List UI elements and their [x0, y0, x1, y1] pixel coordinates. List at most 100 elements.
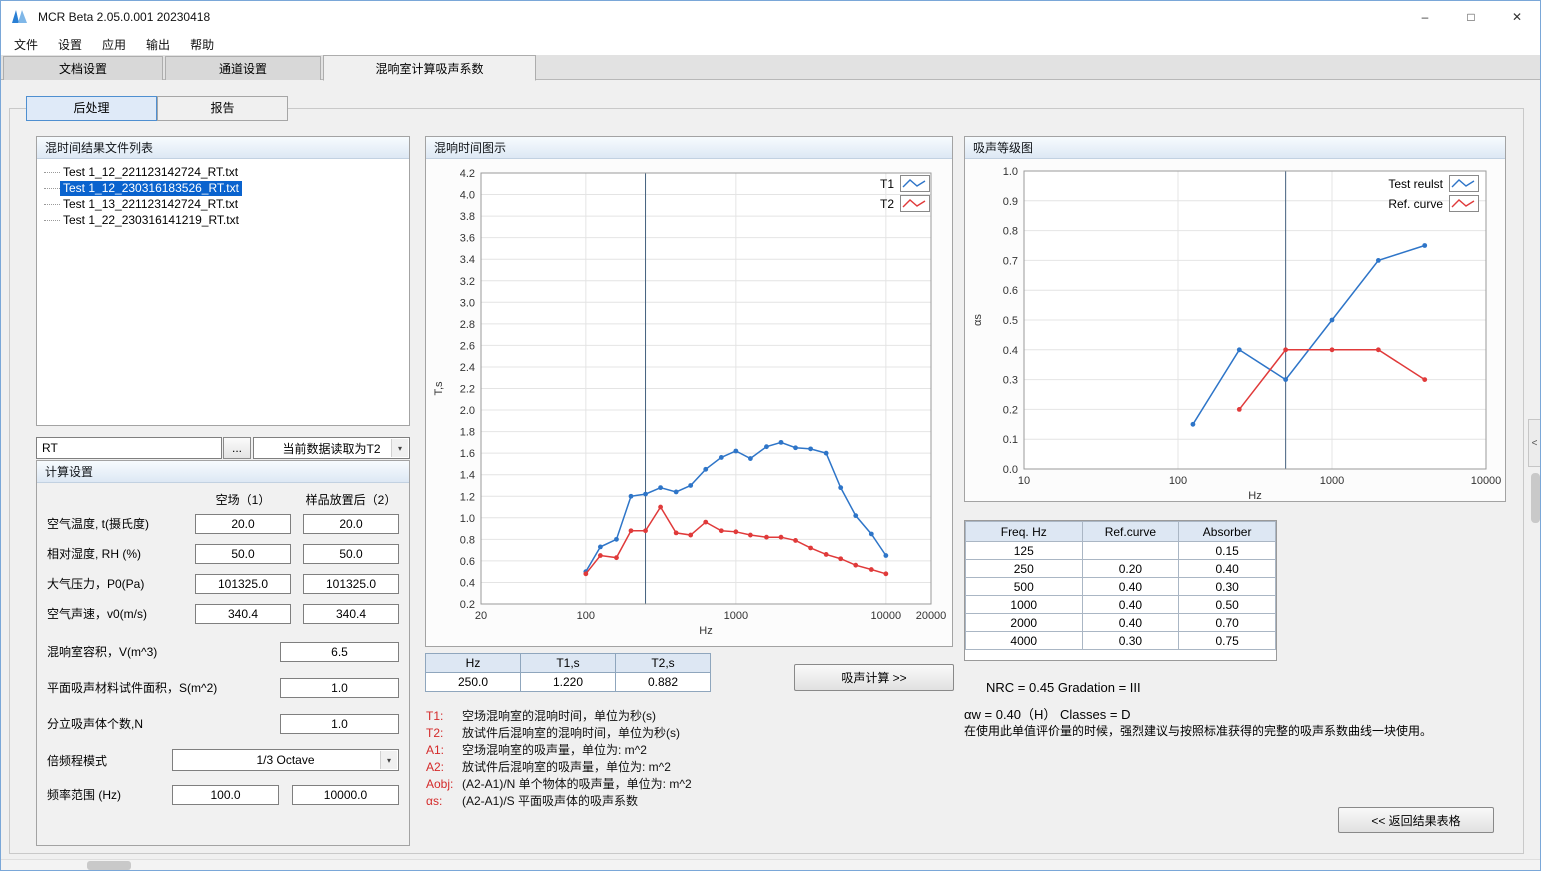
- svg-text:20000: 20000: [916, 610, 947, 622]
- svg-text:αs: αs: [972, 314, 984, 326]
- pressure-field-1[interactable]: [195, 574, 291, 594]
- svg-text:3.2: 3.2: [460, 276, 475, 288]
- collapse-panel-handle[interactable]: <: [1528, 419, 1541, 467]
- note-text: 放试件后混响室的混响时间，单位为秒(s): [462, 725, 680, 741]
- menu-file[interactable]: 文件: [4, 36, 48, 53]
- horizontal-scrollbar-thumb[interactable]: [87, 861, 131, 870]
- rt-file-item[interactable]: Test 1_12_230316183526_RT.txt: [37, 180, 409, 196]
- rt-table-header-hz: Hz: [426, 654, 521, 673]
- menu-bar: 文件 设置 应用 输出 帮助: [1, 33, 1540, 55]
- rt-chart[interactable]: 0.20.40.60.81.01.21.41.61.82.02.22.42.62…: [426, 159, 952, 647]
- svg-text:1.2: 1.2: [460, 491, 475, 503]
- minimize-button[interactable]: –: [1402, 1, 1448, 33]
- tab-reverb-absorption[interactable]: 混响室计算吸声系数: [323, 55, 536, 81]
- data-read-select-value: 当前数据读取为T2: [282, 440, 380, 457]
- label-atmospheric-pressure: 大气压力，P0(Pa): [47, 574, 144, 594]
- humidity-field-2[interactable]: [303, 544, 399, 564]
- rt-chart-legend: T1 T2: [880, 175, 930, 212]
- note-text: 空场混响室的混响时间，单位为秒(s): [462, 708, 656, 724]
- legend-label-test-result: Test reulst: [1388, 177, 1443, 191]
- svg-text:4.2: 4.2: [460, 168, 475, 180]
- sound-speed-field-1[interactable]: [195, 604, 291, 624]
- data-read-select[interactable]: 当前数据读取为T2 ▾: [253, 437, 410, 459]
- chevron-down-icon: ▾: [391, 439, 408, 457]
- frequency-max-field[interactable]: [292, 785, 399, 805]
- main-tab-strip: 文档设置 通道设置 混响室计算吸声系数: [1, 55, 1540, 80]
- table-row: 2500.200.40: [966, 560, 1276, 578]
- tree-branch-icon: [44, 188, 60, 189]
- svg-text:3.0: 3.0: [460, 297, 475, 309]
- octave-mode-select[interactable]: 1/3 Octave ▾: [172, 749, 399, 771]
- svg-text:20: 20: [475, 610, 487, 622]
- subtab-report[interactable]: 报告: [157, 96, 288, 121]
- octave-mode-value: 1/3 Octave: [256, 753, 314, 767]
- svg-text:0.8: 0.8: [460, 534, 475, 546]
- tab-channel-settings[interactable]: 通道设置: [165, 56, 321, 80]
- table-row: 5000.400.30: [966, 578, 1276, 596]
- browse-button[interactable]: ...: [223, 437, 251, 459]
- tree-branch-icon: [44, 172, 60, 173]
- svg-text:0.8: 0.8: [1003, 226, 1018, 238]
- abs-cell: [1082, 542, 1179, 560]
- air-temperature-field-1[interactable]: [195, 514, 291, 534]
- sound-speed-field-2[interactable]: [303, 604, 399, 624]
- calc-settings-panel: 计算设置 空场（1） 样品放置后（2） 空气温度, t(摄氏度) 相对湿度, R…: [36, 460, 410, 846]
- app-logo-icon: [11, 9, 29, 25]
- tab-document-settings[interactable]: 文档设置: [3, 56, 163, 80]
- note-key: A1:: [426, 742, 462, 758]
- svg-text:100: 100: [577, 610, 595, 622]
- abs-cell: 0.40: [1082, 596, 1179, 614]
- svg-text:2.0: 2.0: [460, 405, 475, 417]
- svg-text:0.3: 0.3: [1003, 375, 1018, 387]
- abs-cell: 250: [966, 560, 1083, 578]
- rt-file-name: Test 1_12_230316183526_RT.txt: [60, 181, 242, 196]
- rt-table-header-t2: T2,s: [616, 654, 711, 673]
- svg-text:0.2: 0.2: [460, 599, 475, 611]
- abs-cell: 4000: [966, 632, 1083, 650]
- absorption-table-box: Freq. Hz Ref.curve Absorber 1250.15 2500…: [964, 520, 1277, 661]
- rt-file-item[interactable]: Test 1_13_221123142724_RT.txt: [37, 196, 409, 212]
- menu-help[interactable]: 帮助: [180, 36, 224, 53]
- svg-text:1.4: 1.4: [460, 470, 475, 482]
- svg-text:0.2: 0.2: [1003, 404, 1018, 416]
- svg-text:100: 100: [1169, 475, 1187, 487]
- sample-area-field[interactable]: [280, 678, 399, 698]
- absorption-calc-button[interactable]: 吸声计算 >>: [794, 664, 954, 691]
- svg-text:1.8: 1.8: [460, 427, 475, 439]
- air-temperature-field-2[interactable]: [303, 514, 399, 534]
- svg-text:3.8: 3.8: [460, 211, 475, 223]
- abs-cell: 0.70: [1179, 614, 1276, 632]
- absorber-count-field[interactable]: [280, 714, 399, 734]
- table-row: 20000.400.70: [966, 614, 1276, 632]
- svg-text:10000: 10000: [1471, 475, 1502, 487]
- rt-name-input[interactable]: [36, 437, 222, 459]
- note-text: 放试件后混响室的吸声量，单位为: m^2: [462, 759, 671, 775]
- menu-settings[interactable]: 设置: [48, 36, 92, 53]
- abs-header-freq: Freq. Hz: [966, 522, 1083, 542]
- subtab-postprocess[interactable]: 后处理: [26, 96, 157, 121]
- frequency-min-field[interactable]: [172, 785, 279, 805]
- abs-cell: 0.20: [1082, 560, 1179, 578]
- note-text: (A2-A1)/N 单个物体的吸声量，单位为: m^2: [462, 776, 692, 792]
- back-to-results-button[interactable]: << 返回结果表格: [1338, 807, 1494, 833]
- menu-output[interactable]: 输出: [136, 36, 180, 53]
- humidity-field-1[interactable]: [195, 544, 291, 564]
- usage-note-text: 在使用此单值评价量的时候，强烈建议与按照标准获得的完整的吸声系数曲线一块使用。: [964, 723, 1509, 739]
- window-controls: – □ ✕: [1402, 1, 1540, 33]
- rt-file-list-title: 混时间结果文件列表: [37, 137, 409, 159]
- close-button[interactable]: ✕: [1494, 1, 1540, 33]
- svg-text:3.4: 3.4: [460, 254, 475, 266]
- horizontal-scrollbar[interactable]: [1, 859, 1540, 870]
- svg-text:2.6: 2.6: [460, 340, 475, 352]
- maximize-button[interactable]: □: [1448, 1, 1494, 33]
- rt-file-item[interactable]: Test 1_12_221123142724_RT.txt: [37, 164, 409, 180]
- svg-text:0.4: 0.4: [1003, 345, 1018, 357]
- rt-table-t1-value: 1.220: [521, 673, 616, 692]
- rt-file-item[interactable]: Test 1_22_230316141219_RT.txt: [37, 212, 409, 228]
- pressure-field-2[interactable]: [303, 574, 399, 594]
- vertical-scrollbar-thumb[interactable]: [1531, 473, 1540, 523]
- svg-text:0.5: 0.5: [1003, 315, 1018, 327]
- table-row: 40000.300.75: [966, 632, 1276, 650]
- menu-apply[interactable]: 应用: [92, 36, 136, 53]
- room-volume-field[interactable]: [280, 642, 399, 662]
